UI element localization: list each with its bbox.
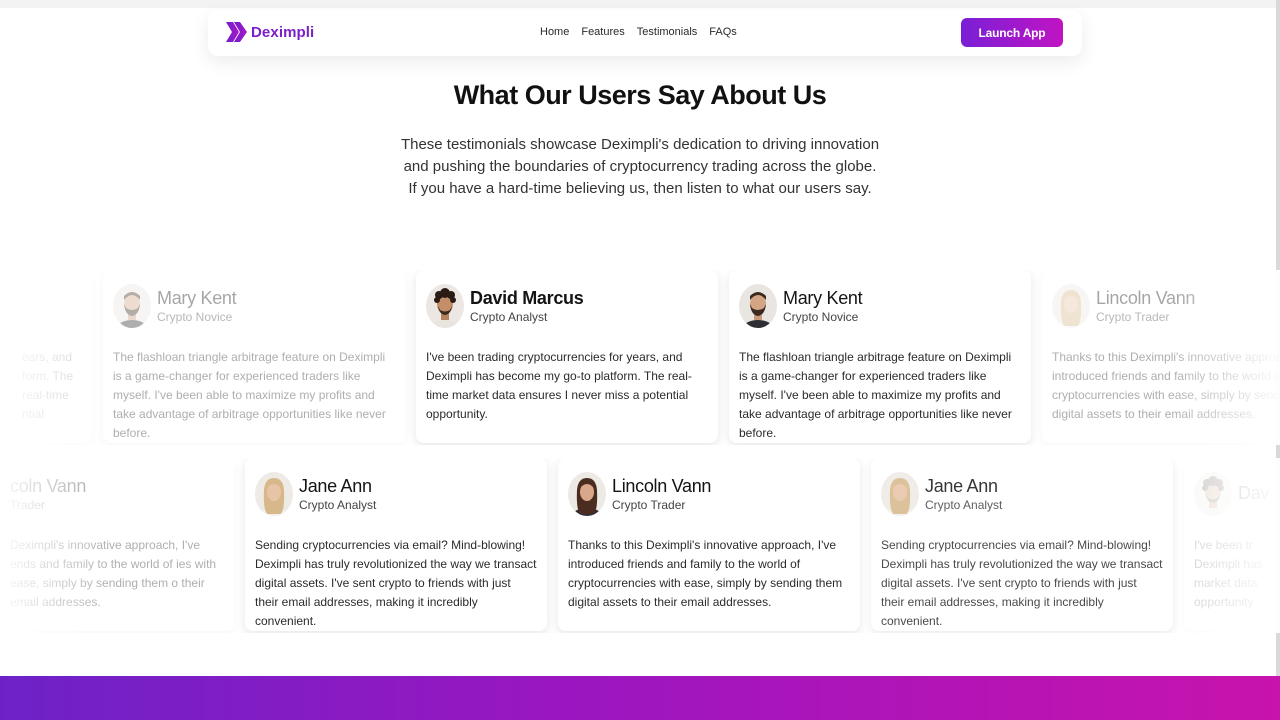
avatar-man-curly-icon bbox=[1194, 472, 1232, 516]
testimonial-card: Mary Kent Crypto Novice The flashloan tr… bbox=[729, 270, 1031, 443]
testimonial-role: Crypto Analyst bbox=[470, 310, 548, 324]
navbar: Deximpli Home Features Testimonials FAQs… bbox=[208, 10, 1082, 56]
launch-app-button[interactable]: Launch App bbox=[961, 18, 1063, 47]
testimonial-card: Jane Ann Crypto Analyst Sending cryptocu… bbox=[245, 458, 547, 631]
testimonial-card: Dav I've been tr Deximpli has market dat… bbox=[1184, 458, 1280, 631]
testimonial-name: Lincoln Vann bbox=[612, 476, 712, 496]
testimonial-role: Crypto Analyst bbox=[925, 498, 1003, 512]
testimonial-card: David Marcus Crypto Analyst I've been tr… bbox=[416, 270, 718, 443]
testimonial-quote: I've been trading cryptocurrencies for y… bbox=[426, 350, 692, 421]
testimonial-quote: Thanks to this Deximpli's innovative app… bbox=[1052, 350, 1280, 421]
testimonial-card: coln Vann Trader Deximpli's innovative a… bbox=[0, 458, 234, 631]
testimonial-name: Lincoln Vann bbox=[1096, 288, 1196, 308]
testimonial-row-2: coln Vann Trader Deximpli's innovative a… bbox=[0, 458, 1280, 633]
testimonial-name: Mary Kent bbox=[157, 288, 237, 308]
testimonial-card: ears, and form. The real-time ntial bbox=[0, 270, 92, 443]
testimonial-quote: Deximpli's innovative approach, I've end… bbox=[10, 538, 217, 609]
testimonial-name: coln Vann bbox=[10, 476, 87, 496]
brand[interactable]: Deximpli bbox=[226, 22, 314, 42]
testimonial-role: Crypto Novice bbox=[783, 310, 859, 324]
avatar-man-beard-icon bbox=[113, 284, 151, 328]
nav-link-faqs[interactable]: FAQs bbox=[709, 26, 737, 38]
testimonial-quote: ears, and form. The real-time ntial bbox=[22, 350, 74, 421]
testimonial-quote: I've been tr Deximpli has market data op… bbox=[1194, 538, 1263, 609]
testimonial-quote: Sending cryptocurrencies via email? Mind… bbox=[255, 538, 537, 628]
nav-link-features[interactable]: Features bbox=[581, 26, 624, 38]
deximpli-logo-icon bbox=[226, 22, 248, 42]
section-subtext: These testimonials showcase Deximpli's d… bbox=[400, 136, 880, 197]
avatar-woman-blonde-icon bbox=[1052, 284, 1090, 328]
testimonial-quote: The flashloan triangle arbitrage feature… bbox=[739, 350, 1012, 440]
testimonial-card: Lincoln Vann Crypto Trader Thanks to thi… bbox=[558, 458, 860, 631]
testimonial-quote: Sending cryptocurrencies via email? Mind… bbox=[881, 538, 1163, 628]
section-heading: What Our Users Say About Us bbox=[453, 80, 827, 110]
nav-links: Home Features Testimonials FAQs bbox=[540, 26, 749, 38]
avatar-woman-blonde-icon bbox=[881, 472, 919, 516]
nav-link-home[interactable]: Home bbox=[540, 26, 569, 38]
testimonial-row-1: ears, and form. The real-time ntial Mary… bbox=[0, 270, 1280, 445]
testimonial-name: David Marcus bbox=[470, 288, 584, 308]
nav-link-testimonials[interactable]: Testimonials bbox=[637, 26, 698, 38]
testimonial-card: Jane Ann Crypto Analyst Sending cryptocu… bbox=[871, 458, 1173, 631]
testimonial-card: Lincoln Vann Crypto Trader Thanks to thi… bbox=[1042, 270, 1280, 443]
testimonial-name: Dav bbox=[1238, 483, 1270, 503]
testimonial-role: Crypto Trader bbox=[1096, 310, 1170, 324]
testimonial-name: Jane Ann bbox=[925, 476, 998, 496]
avatar-woman-dark-icon bbox=[568, 472, 606, 516]
avatar-woman-blonde-icon bbox=[255, 472, 293, 516]
testimonial-quote: The flashloan triangle arbitrage feature… bbox=[113, 350, 386, 440]
testimonial-role: Crypto Analyst bbox=[299, 498, 377, 512]
brand-name: Deximpli bbox=[251, 23, 315, 41]
testimonial-name: Jane Ann bbox=[299, 476, 372, 496]
testimonial-role: Trader bbox=[10, 498, 45, 512]
testimonial-quote: Thanks to this Deximpli's innovative app… bbox=[568, 538, 843, 609]
browser-top-strip bbox=[0, 0, 1280, 8]
testimonial-role: Crypto Trader bbox=[612, 498, 686, 512]
avatar-man-curly-icon bbox=[426, 284, 464, 328]
testimonial-role: Crypto Novice bbox=[157, 310, 233, 324]
footer-gradient-band bbox=[0, 676, 1280, 720]
testimonial-card: Mary Kent Crypto Novice The flashloan tr… bbox=[103, 270, 405, 443]
avatar-man-beard-icon bbox=[739, 284, 777, 328]
testimonial-name: Mary Kent bbox=[783, 288, 863, 308]
